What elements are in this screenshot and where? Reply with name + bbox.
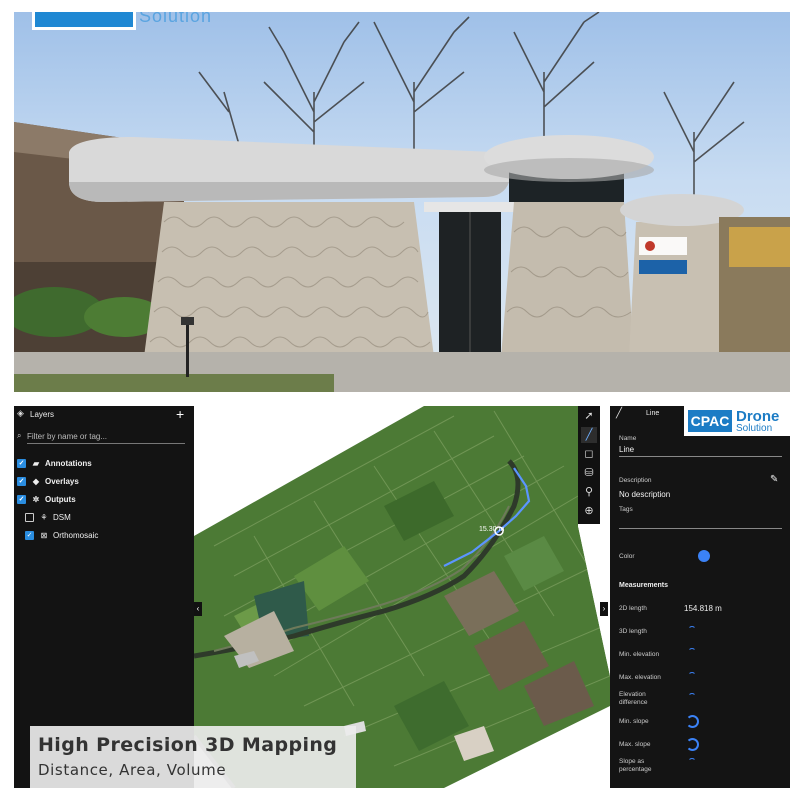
loading-spinner-icon — [688, 672, 696, 680]
logo-badge — [32, 12, 136, 30]
loading-spinner-icon — [688, 758, 696, 766]
tags-field[interactable] — [619, 528, 782, 529]
name-underline — [619, 456, 782, 457]
filter-icon: ⌕ — [17, 431, 22, 440]
mapping-app: ◈ Layers + ⌕ ✓ ▰ Annotations ✓ ◆ Overlay… — [14, 406, 790, 788]
layer-checkbox-dsm[interactable] — [25, 512, 34, 522]
drawing-toolbar: ➚ ╱ ◻ ⛁ ⚲ ⊕ — [578, 406, 600, 524]
loading-spinner-icon — [688, 648, 696, 656]
loading-spinner-icon — [688, 693, 696, 701]
target-icon[interactable]: ⊕ — [581, 503, 597, 519]
layer-checkbox-orthomosaic[interactable]: ✓ — [25, 530, 34, 540]
layer-label: Annotations — [45, 458, 92, 468]
description-field[interactable]: No description — [619, 490, 670, 499]
layer-label: Overlays — [45, 476, 79, 486]
layer-item-dsm[interactable]: ⚘ DSM — [25, 510, 71, 524]
layer-checkbox-outputs[interactable]: ✓ — [17, 494, 26, 504]
building-photo: Solution — [14, 12, 790, 392]
properties-header: Line — [646, 410, 660, 417]
edit-pencil-icon[interactable]: ✎ — [770, 474, 778, 485]
comment-icon: ▰ — [32, 458, 40, 468]
stack-icon: ◆ — [32, 476, 40, 486]
layer-label: Outputs — [45, 494, 76, 504]
caption-box: High Precision 3D Mapping Distance, Area… — [30, 726, 356, 788]
measurement-label-slope-percentage: Slope as percentage — [619, 758, 652, 773]
layer-checkbox-annotations[interactable]: ✓ — [17, 458, 26, 468]
layer-item-outputs[interactable]: ✓ ✲ Outputs — [17, 492, 76, 506]
layer-label: Orthomosaic — [53, 530, 99, 540]
line-icon[interactable]: ╱ — [581, 427, 597, 443]
grid-icon: ⊠ — [40, 530, 48, 540]
add-layer-button[interactable]: + — [176, 406, 184, 422]
caption-subtitle: Distance, Area, Volume — [38, 761, 227, 779]
caption-title: High Precision 3D Mapping — [38, 734, 338, 756]
pin-icon[interactable]: ⚲ — [581, 484, 597, 500]
line-measure-label: 15.30 m — [479, 526, 504, 533]
layer-filter-input[interactable] — [27, 430, 185, 444]
polygon-icon[interactable]: ◻ — [581, 446, 597, 462]
layers-title: Layers — [30, 410, 55, 419]
loading-spinner-icon — [688, 626, 696, 634]
volume-icon[interactable]: ⛁ — [581, 465, 597, 481]
name-field[interactable]: Line — [619, 445, 634, 454]
layer-item-overlays[interactable]: ✓ ◆ Overlays — [17, 474, 79, 488]
measurement-label-2d-length: 2D length — [619, 605, 647, 612]
measurement-label-max-elevation: Max. elevation — [619, 674, 661, 681]
color-label: Color — [619, 553, 635, 560]
collapse-properties-button[interactable]: › — [600, 602, 608, 616]
logo-cpac: CPAC — [688, 410, 732, 432]
measurement-label-min-elevation: Min. elevation — [619, 651, 660, 658]
terrain-icon: ⚘ — [40, 512, 48, 522]
name-label: Name — [619, 435, 637, 442]
collapse-layers-button[interactable]: ‹ — [194, 602, 202, 616]
layers-header: ◈ Layers + — [14, 406, 194, 424]
measurements-heading: Measurements — [619, 582, 669, 589]
layers-icon: ◈ — [17, 408, 24, 418]
settings-icon: ✲ — [32, 494, 40, 504]
logo-solution: Solution — [736, 423, 773, 434]
cpac-logo: CPAC Drone Solution — [684, 406, 790, 436]
color-swatch[interactable] — [698, 550, 710, 562]
layer-label: DSM — [53, 512, 71, 522]
description-label: Description — [619, 477, 652, 484]
building-illustration — [14, 12, 790, 392]
layer-checkbox-overlays[interactable]: ✓ — [17, 476, 26, 486]
logo-badge-text: Solution — [139, 12, 213, 26]
measurement-label-min-slope: Min. slope — [619, 718, 649, 725]
loading-spinner-icon — [686, 715, 699, 728]
measurement-label-max-slope: Max. slope — [619, 741, 651, 748]
line-tool-icon: ╱ — [616, 408, 623, 419]
layer-item-annotations[interactable]: ✓ ▰ Annotations — [17, 456, 92, 470]
measurement-value-2d-length: 154.818 m — [684, 604, 722, 613]
measurement-label-3d-length: 3D length — [619, 628, 647, 635]
loading-spinner-icon — [686, 738, 699, 751]
tags-label: Tags — [619, 506, 633, 513]
properties-panel: ╱ Line CPAC Drone Solution Name Line Des… — [610, 406, 790, 788]
layer-item-orthomosaic[interactable]: ✓ ⊠ Orthomosaic — [25, 528, 98, 542]
measurement-label-elevation-difference: Elevation difference — [619, 691, 648, 706]
cursor-icon[interactable]: ➚ — [581, 408, 597, 424]
